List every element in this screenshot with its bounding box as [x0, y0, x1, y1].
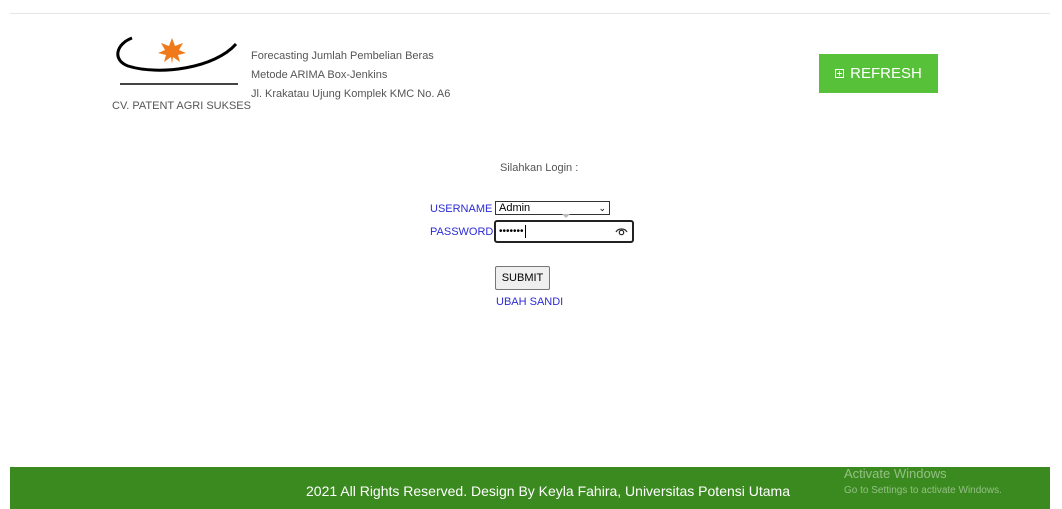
username-select[interactable]: Admin ⌄ [495, 201, 610, 215]
company-logo [116, 36, 238, 85]
username-label: USERNAME [430, 203, 493, 215]
app-description: Forecasting Jumlah Pembelian Beras Metod… [251, 47, 450, 104]
text-cursor [524, 225, 526, 238]
app-method-line: Metode ARIMA Box-Jenkins [251, 69, 388, 81]
change-password-link[interactable]: UBAH SANDI [496, 296, 563, 308]
plus-square-icon [835, 69, 845, 78]
top-divider [10, 13, 1050, 14]
username-selected-value: Admin [499, 202, 531, 214]
eye-icon[interactable] [615, 226, 628, 237]
activate-windows-title: Activate Windows [844, 466, 947, 481]
activate-windows-subtitle: Go to Settings to activate Windows. [844, 485, 1002, 496]
app-title-line: Forecasting Jumlah Pembelian Beras [251, 50, 434, 62]
refresh-button[interactable]: REFRESH [819, 54, 938, 93]
password-field[interactable]: ••••••• [494, 220, 634, 243]
login-prompt: Silahkan Login : [500, 162, 579, 174]
select-pointer-icon [562, 214, 570, 218]
app-address-line: Jl. Krakatau Ujung Komplek KMC No. A6 [251, 88, 451, 100]
refresh-button-label: REFRESH [850, 65, 922, 82]
chevron-down-icon: ⌄ [598, 203, 606, 213]
submit-button[interactable]: SUBMIT [495, 266, 550, 290]
password-mask: ••••••• [499, 226, 524, 237]
footer-copyright: 2021 All Rights Reserved. Design By Keyl… [306, 483, 790, 499]
company-name: CV. PATENT AGRI SUKSES [112, 100, 251, 112]
password-label: PASSWORD [430, 226, 494, 238]
